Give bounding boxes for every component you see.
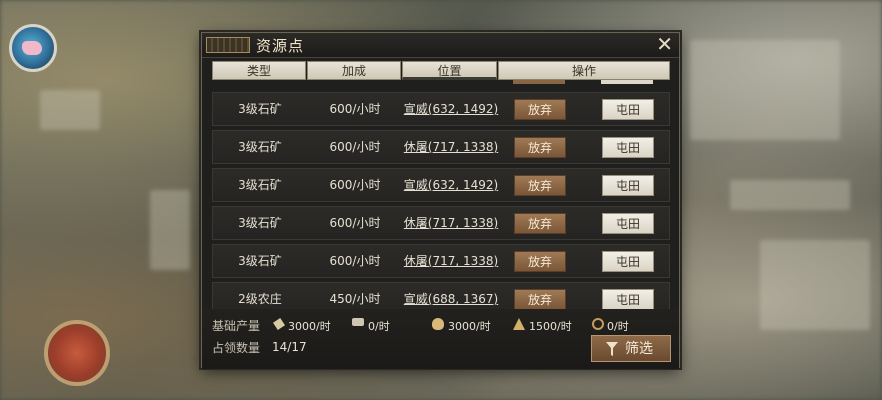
avatar-icon[interactable] (9, 24, 57, 72)
row-position-link[interactable]: 休屠(717, 1338) (401, 207, 501, 239)
map-building (760, 240, 870, 330)
row-bonus: 600/小时 (329, 102, 381, 116)
close-icon[interactable]: ✕ (656, 34, 673, 54)
table-row: 3级石矿 600/小时 休屠(717, 1338) 放弃 屯田 (212, 244, 670, 278)
abandon-button[interactable]: 放弃 (514, 251, 566, 272)
row-position-link[interactable]: 休屠(717, 1338) (401, 131, 501, 163)
table-row: 3级石矿 600/小时 休屠(717, 1338) 放弃 屯田 (212, 130, 670, 164)
occupied-count: 14/17 (272, 340, 307, 354)
dialog-footer: 基础产量 3000/时 0/时 3000/时 1500/时 0/时 占领数量 1… (202, 309, 679, 369)
abandon-button[interactable]: 放弃 (514, 99, 566, 120)
stone-production: 3000/时 (448, 320, 491, 333)
row-bonus: 600/小时 (329, 254, 381, 268)
row-type: 3级石矿 (238, 216, 282, 230)
filter-label: 筛选 (625, 341, 653, 357)
resource-points-dialog: 资源点 ✕ 类型 加成 位置 操作 3级石矿 600/小时 宣威(632, 14… (201, 32, 680, 369)
map-building (150, 190, 190, 270)
farm-button[interactable]: 屯田 (602, 213, 654, 234)
farm-button[interactable]: 屯田 (602, 175, 654, 196)
dialog-titlebar: 资源点 ✕ (202, 33, 679, 58)
farm-button[interactable]: 屯田 (602, 99, 654, 120)
abandon-button[interactable]: 放弃 (514, 213, 566, 234)
filter-button[interactable]: 筛选 (591, 335, 671, 362)
row-type: 3级石矿 (238, 140, 282, 154)
row-type: 3级石矿 (238, 254, 282, 268)
row-bonus: 600/小时 (329, 216, 381, 230)
farm-button[interactable]: 屯田 (602, 251, 654, 272)
column-header-type[interactable]: 类型 (212, 61, 306, 80)
row-position-link[interactable]: 休屠(717, 1338) (401, 245, 501, 277)
map-building (730, 180, 850, 210)
table-row: 3级石矿 600/小时 休屠(717, 1338) 放弃 屯田 (212, 206, 670, 240)
iron-icon (352, 318, 364, 326)
abandon-button[interactable]: 放弃 (514, 175, 566, 196)
abandon-button[interactable]: 放弃 (514, 137, 566, 158)
map-building (40, 90, 100, 130)
city-emblem-icon[interactable] (44, 320, 110, 386)
column-header-action: 操作 (498, 61, 670, 80)
farm-button[interactable]: 屯田 (602, 137, 654, 158)
copper-production: 0/时 (607, 320, 629, 333)
row-bonus: 600/小时 (329, 140, 381, 154)
title-ornament-icon (206, 37, 250, 53)
row-position-link[interactable]: 宣威(632, 1492) (401, 93, 501, 125)
row-type: 3级石矿 (238, 102, 282, 116)
row-position-link[interactable]: 宣威(632, 1492) (401, 169, 501, 201)
filter-icon (606, 342, 618, 356)
iron-production: 0/时 (368, 320, 390, 333)
map-building (690, 40, 840, 140)
column-header-position[interactable]: 位置 (402, 61, 497, 80)
table-row: 3级石矿 600/小时 宣威(632, 1492) 放弃 屯田 (212, 168, 670, 202)
stone-icon (432, 318, 444, 330)
wood-icon (273, 318, 285, 330)
grain-production: 1500/时 (529, 320, 572, 333)
farm-button[interactable]: 屯田 (602, 289, 654, 310)
table-row: 3级石矿 600/小时 宣威(632, 1492) 放弃 屯田 (212, 92, 670, 126)
row-type: 3级石矿 (238, 178, 282, 192)
abandon-button[interactable]: 放弃 (514, 289, 566, 310)
base-production-label: 基础产量 (212, 319, 261, 333)
row-bonus: 600/小时 (329, 178, 381, 192)
dialog-title: 资源点 (256, 37, 305, 55)
grain-icon (513, 318, 525, 330)
wood-production: 3000/时 (288, 320, 331, 333)
occupied-label: 占领数量 (212, 341, 261, 355)
copper-icon (592, 318, 604, 330)
table-header: 类型 加成 位置 操作 (212, 61, 670, 80)
resource-list[interactable]: 3级石矿 600/小时 宣威(632, 1492) 放弃 屯田 3级石矿 600… (212, 84, 670, 328)
column-header-bonus[interactable]: 加成 (307, 61, 401, 80)
